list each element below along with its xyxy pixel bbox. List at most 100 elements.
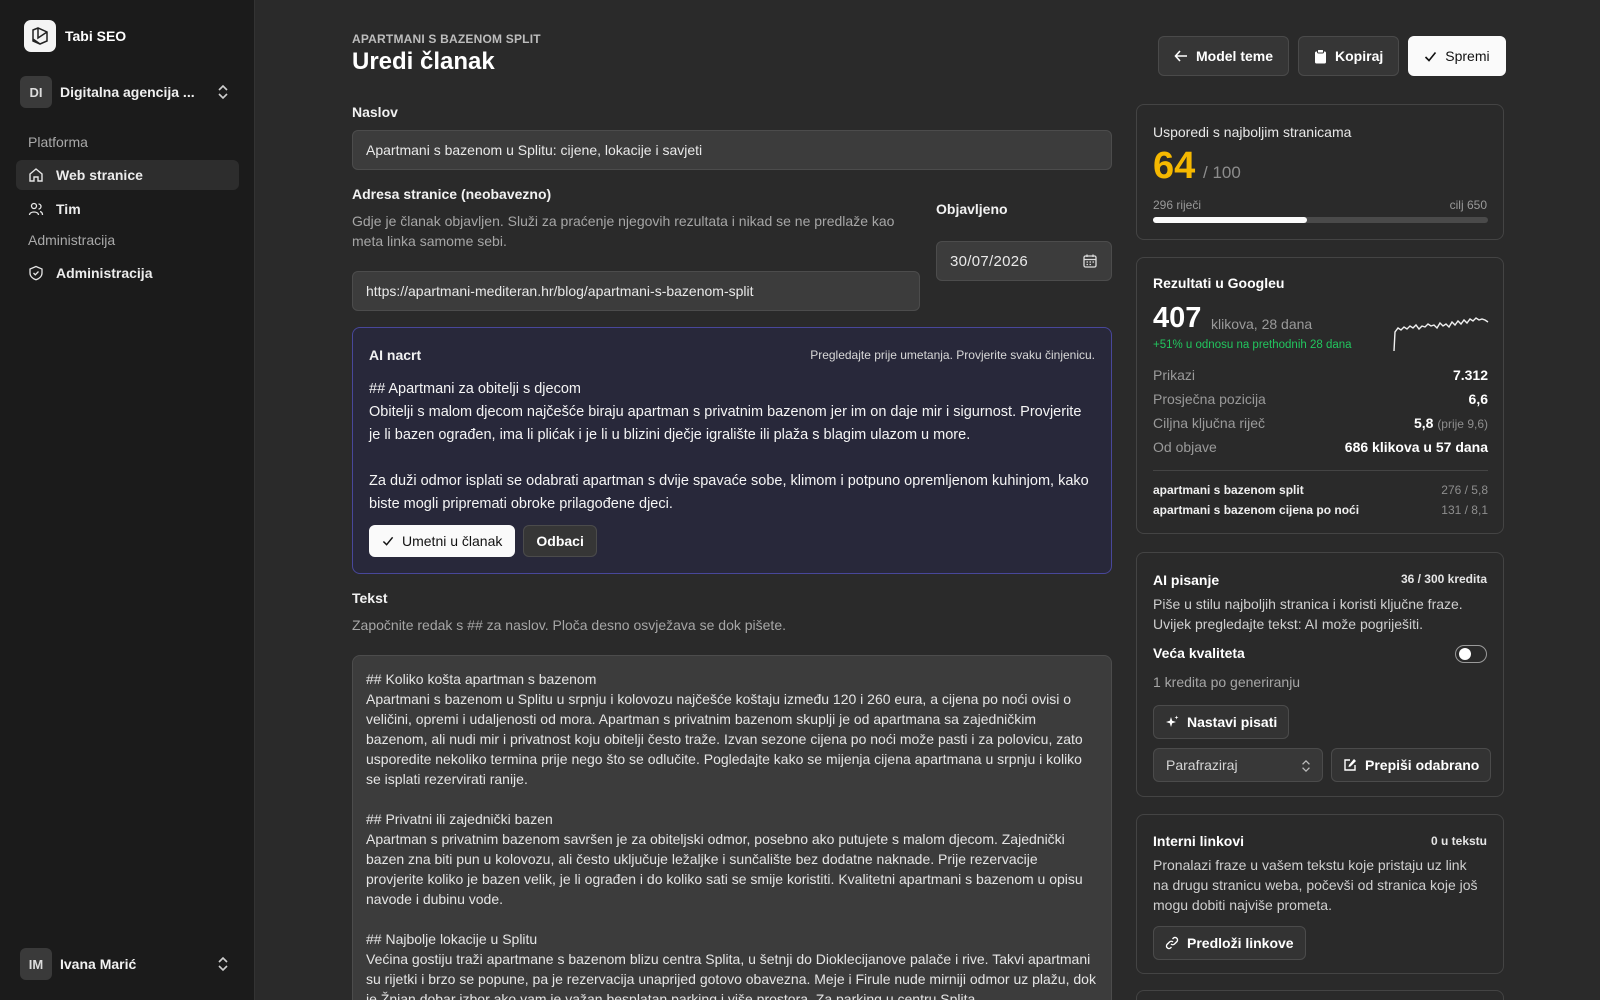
arrow-left-icon [1174,50,1187,62]
metric-value: 686 klikova u 57 dana [1344,439,1488,455]
ai-draft-text: ## Apartmani za obitelji s djecom Obitel… [369,378,1094,516]
credit-cost: 1 kredita po generiranju [1153,674,1301,690]
chevron-updown-icon [218,84,228,100]
sidebar-item-label: Web stranice [56,167,143,183]
ai-credits: 36 / 300 kredita [1400,572,1487,586]
continue-writing-label: Nastavi pisati [1187,714,1278,730]
ai-draft-panel: AI nacrt Pregledajte prije umetanja. Pro… [352,327,1112,574]
article-paragraph: ## Koliko košta apartman s bazenom Apart… [366,671,1083,787]
nav-group-administracija: Administracija [28,232,116,248]
sidebar: Tabi SEO DI Digitalna agencija ... Platf… [0,0,255,1000]
users-icon [28,202,44,216]
back-button-label: Model teme [1196,48,1274,64]
check-icon [382,536,394,546]
links-count: 0 u tekstu [1430,834,1487,848]
keyword-stats: 276 / 5,8 [1441,483,1488,497]
ai-writing-desc: Piše u stilu najboljih stranica i korist… [1153,596,1463,632]
metric-label: Ciljna ključna riječ [1153,415,1266,431]
back-to-model-button[interactable]: Model teme [1158,36,1290,76]
metric-row-target-keyword: Ciljna ključna riječ 5,8 (prije 9,6) [1153,415,1488,431]
text-label: Tekst [352,590,388,606]
insert-into-article-button[interactable]: Umetni u članak [369,525,516,557]
next-card [1136,990,1504,1000]
ai-writing-title: AI pisanje [1153,572,1220,588]
ai-draft-heading: ## Apartmani za obitelji s djecom [369,381,581,397]
user-avatar: IM [20,948,52,980]
text-hint: Započnite redak s ## za naslov. Ploča de… [352,617,786,633]
sidebar-item-label: Administracija [56,265,153,281]
published-label: Objavljeno [936,201,1008,217]
org-name: Digitalna agencija ... [60,84,195,100]
sparkles-icon [1166,715,1179,727]
header-actions: Model teme Kopiraj Spremi [1158,36,1506,76]
metric-row-since-publish: Od objave 686 klikova u 57 dana [1153,439,1488,455]
reject-button[interactable]: Odbaci [523,525,597,557]
link-icon [1165,936,1179,950]
metric-row-position: Prosječna pozicija 6,6 [1153,391,1488,407]
rewrite-selected-button[interactable]: Prepiši odabrano [1331,748,1492,782]
suggest-links-button[interactable]: Predloži linkove [1153,926,1306,960]
url-hint: Gdje je članak objavljen. Služi za praće… [352,213,895,249]
score-card-title: Usporedi s najboljim stranicama [1153,124,1352,140]
google-results-card: Rezultati u Googleu 407 klikova, 28 dana… [1136,257,1504,534]
quality-toggle[interactable] [1455,645,1487,663]
org-switcher[interactable]: DI Digitalna agencija ... [20,76,240,108]
ai-draft-note: Pregledajte prije umetanja. Provjerite s… [810,348,1095,362]
sidebar-item-administracija[interactable]: Administracija [16,258,239,288]
ai-draft-para: Za duži odmor isplati se odabrati apartm… [369,473,1089,512]
clipboard-icon [1315,48,1327,63]
metric-extra: (prije 9,6) [1437,417,1488,431]
continue-writing-button[interactable]: Nastavi pisati [1153,705,1290,739]
user-menu[interactable]: IM Ivana Marić [20,948,240,980]
word-count: 296 riječi [1153,198,1202,212]
sidebar-item-web-stranice[interactable]: Web stranice [16,160,239,190]
url-input[interactable]: https://apartmani-mediteran.hr/blog/apar… [352,271,920,311]
reject-button-label: Odbaci [536,533,584,549]
article-text-editor[interactable]: ## Koliko košta apartman s bazenom Apart… [352,655,1112,1000]
rewrite-selected-label: Prepiši odabrano [1365,757,1480,773]
ai-draft-para: Obitelji s malom djecom najčešće biraju … [369,404,1082,443]
brand[interactable]: Tabi SEO [24,20,126,52]
metric-value: 6,6 [1468,391,1488,407]
suggest-links-label: Predloži linkove [1187,935,1294,951]
metric-label: Prikazi [1153,367,1196,383]
insert-button-label: Umetni u članak [402,533,503,549]
metric-value: 7.312 [1452,367,1488,383]
url-label: Adresa stranice (neobavezno) [352,186,552,202]
calendar-icon[interactable] [1083,254,1097,268]
brand-logo-icon [24,20,56,52]
metric-value: 5,8 [1413,415,1434,431]
metric-label: Prosječna pozicija [1153,391,1266,407]
clicks-label: klikova, 28 dana [1211,316,1313,332]
internal-links-desc: Pronalazi fraze u vašem tekstu koje pris… [1153,857,1478,913]
clicks-value: 407 [1153,302,1202,334]
page-eyebrow: APARTMANI S BAZENOM SPLIT [352,32,541,46]
keyword-text: apartmani s bazenom split [1153,483,1304,497]
rewrite-mode-value: Parafraziraj [1166,757,1238,773]
score-card: Usporedi s najboljim stranicama 64 / 100… [1136,104,1504,240]
ai-draft-actions: Umetni u članak Odbaci [369,525,597,557]
google-card-title: Rezultati u Googleu [1153,275,1285,291]
published-date-input[interactable]: 30/07/2026 [936,241,1112,281]
internal-links-card: Interni linkovi 0 u tekstu Pronalazi fra… [1136,814,1504,974]
metric-row-impressions: Prikazi 7.312 [1153,367,1488,383]
check-icon [1425,51,1437,62]
score-value: 64 [1153,145,1196,187]
rewrite-mode-select[interactable]: Parafraziraj [1153,748,1323,782]
title-input[interactable]: Apartmani s bazenom u Splitu: cijene, lo… [352,130,1112,170]
quality-label: Veća kvaliteta [1153,645,1245,661]
sidebar-item-tim[interactable]: Tim [16,194,239,224]
clicks-sparkline [1393,317,1489,352]
keyword-row: apartmani s bazenom split 276 / 5,8 [1153,483,1488,497]
chevron-updown-icon [1302,759,1310,773]
word-progress-fill [1153,217,1308,223]
clicks-change: +51% u odnosu na prethodnih 28 dana [1153,339,1352,351]
keyword-stats: 131 / 8,1 [1441,503,1488,517]
keyword-row: apartmani s bazenom cijena po noći 131 / … [1153,503,1488,517]
shield-icon [29,265,43,281]
save-button[interactable]: Spremi [1408,36,1506,76]
copy-button[interactable]: Kopiraj [1298,36,1400,76]
article-paragraph: ## Privatni ili zajednički bazen Apartma… [366,811,1083,907]
ai-draft-title: AI nacrt [369,347,422,363]
metric-label: Od objave [1153,439,1217,455]
